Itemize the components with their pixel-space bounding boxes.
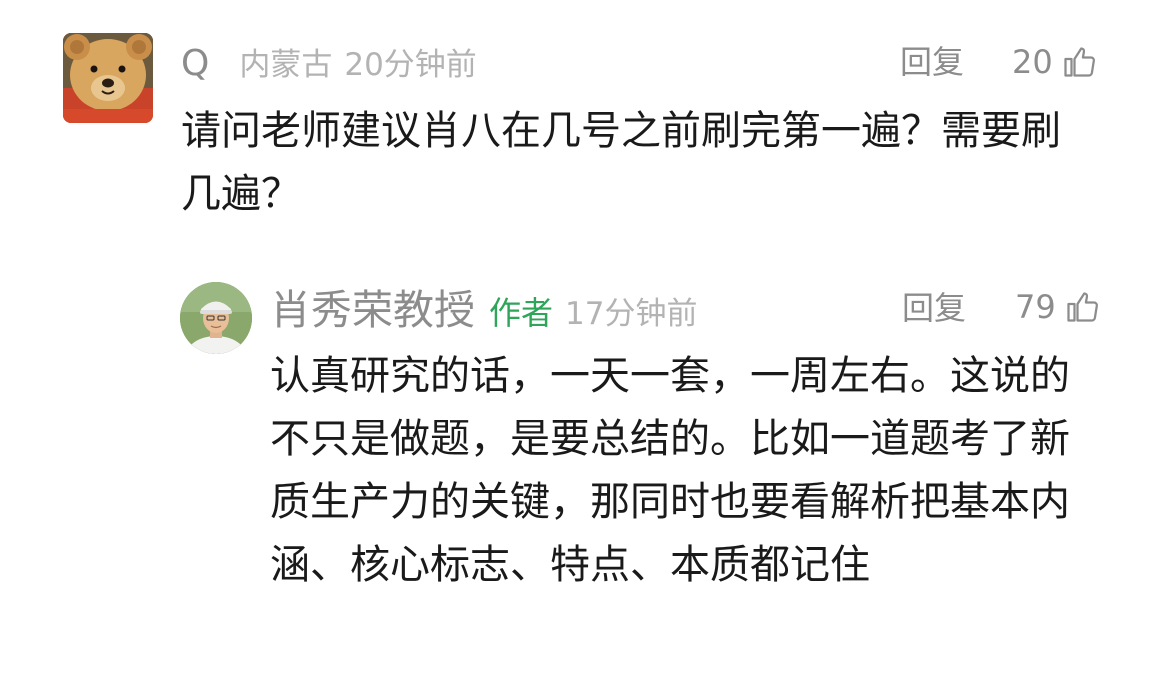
comment-meta: Q 内蒙古 20分钟前 [181, 46, 477, 82]
person-photo-avatar-icon [180, 282, 252, 354]
thumbs-up-icon [1064, 47, 1095, 77]
like-count: 79 [1015, 288, 1056, 326]
author-name[interactable]: 肖秀荣教授 [270, 290, 475, 331]
reply-text: 认真研究的话，一天一套，一周左右。这说的不只是做题，是要总结的。比如一道题考了新… [270, 353, 1070, 588]
reply-button[interactable]: 回复 [900, 46, 964, 78]
like-button[interactable]: 79 [1015, 289, 1100, 325]
reply-time: 17分钟前 [565, 296, 698, 332]
comment-time: 20分钟前 [344, 47, 477, 83]
reply-meta: 肖秀荣教授 作者 17分钟前 [270, 290, 697, 331]
like-count: 20 [1012, 43, 1053, 81]
user-avatar[interactable] [63, 33, 153, 123]
username[interactable]: Q [181, 46, 209, 82]
author-avatar[interactable] [180, 282, 252, 354]
author-badge: 作者 [489, 294, 554, 332]
thumbs-up-icon [1067, 292, 1098, 322]
comment-text: 请问老师建议肖八在几号之前刷完第一遍？需要刷几遍？ [181, 108, 1061, 217]
teddy-bear-avatar-icon [63, 33, 153, 123]
like-button[interactable]: 20 [1012, 44, 1097, 80]
user-location: 内蒙古 [239, 47, 333, 83]
reply-button[interactable]: 回复 [902, 292, 966, 324]
